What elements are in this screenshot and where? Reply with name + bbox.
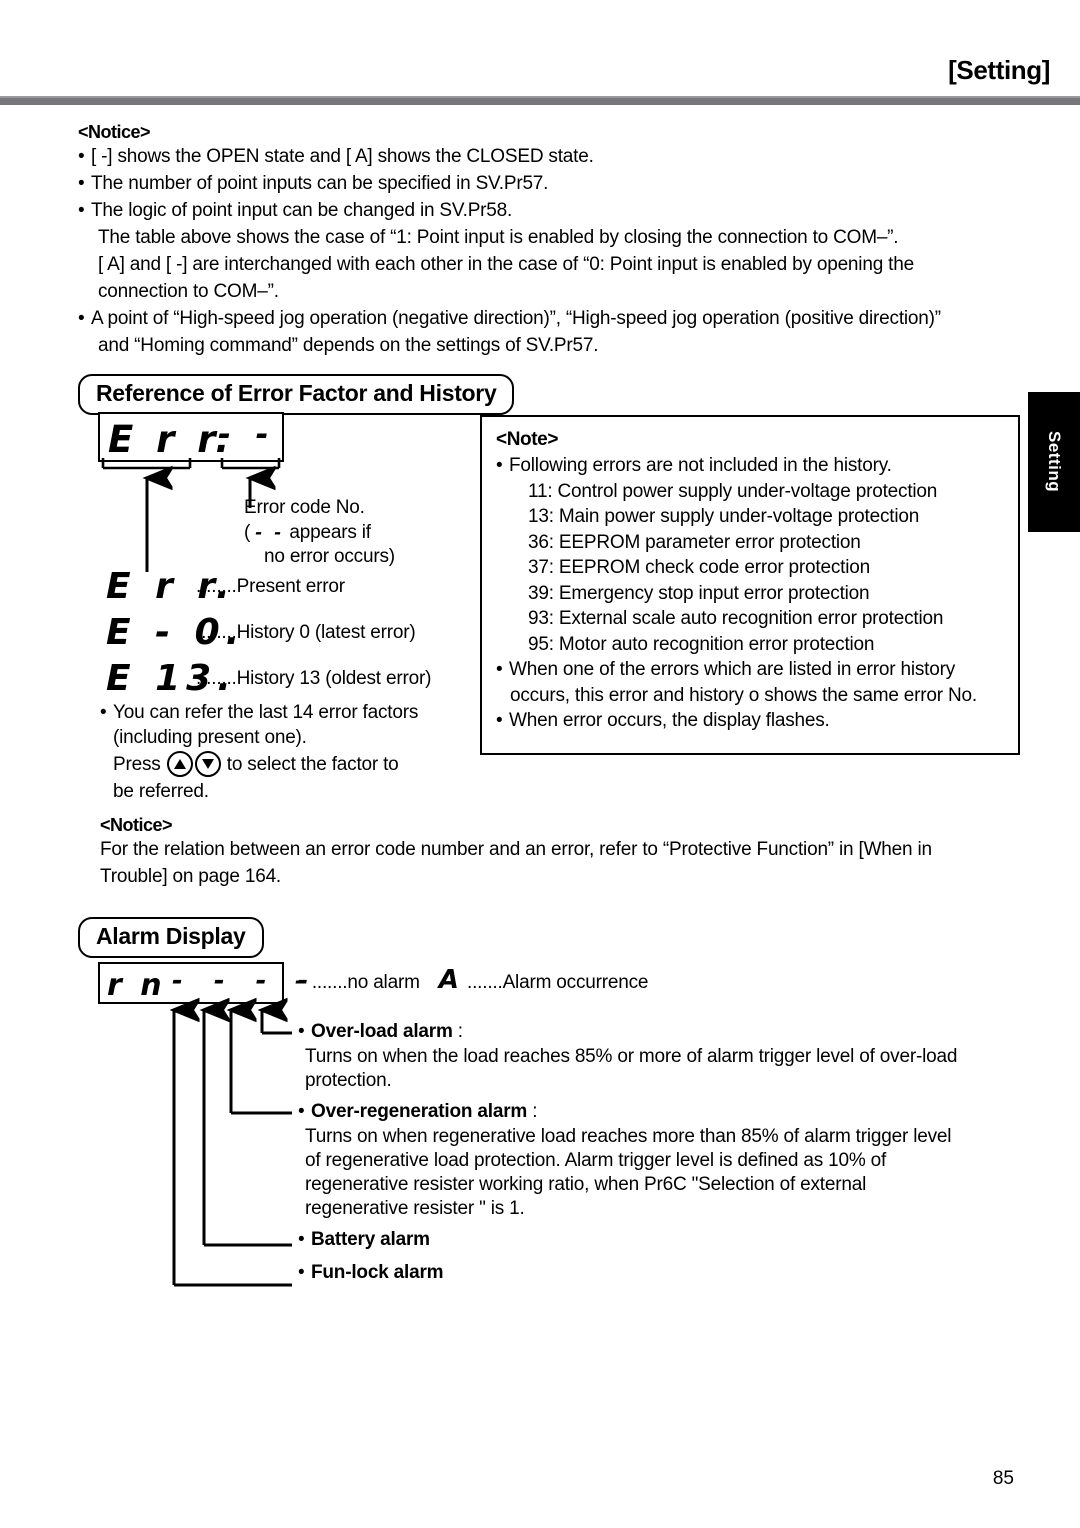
- error-code-callout-line-3: no error occurs): [264, 546, 395, 567]
- notice-bottom-block: <Notice> For the relation between an err…: [100, 815, 1060, 890]
- section-heading-alarm-display: Alarm Display: [78, 917, 264, 958]
- note-box: <Note> • Following errors are not include…: [480, 415, 1020, 755]
- error-display-panel: [98, 412, 284, 462]
- alarm-item-desc-1-line-0: Turns on when regenerative load reaches …: [305, 1126, 952, 1147]
- note-error-code-5: 93: External scale auto recognition erro…: [528, 608, 944, 629]
- error-code-callout-line-2: ( - - appears if: [244, 522, 371, 543]
- notice-top-label: <Notice>: [78, 122, 151, 142]
- alarm-a-glyph: A: [438, 965, 462, 995]
- error-note-line-4: be referred.: [113, 781, 209, 802]
- up-arrow-key-icon[interactable]: [166, 751, 193, 777]
- side-tab-setting: Setting: [1028, 392, 1080, 532]
- alarm-item-title-2: • Battery alarm: [298, 1229, 430, 1250]
- notice-bottom-label: <Notice>: [100, 815, 173, 835]
- alarm-item-desc-0-line-0: Turns on when the load reaches 85% or mo…: [305, 1046, 958, 1067]
- error-note-line-2: (including present one).: [113, 727, 307, 748]
- notice-top-line-5: connection to COM–”.: [98, 281, 279, 302]
- note-error-code-3: 37: EEPROM check code error protection: [528, 557, 870, 578]
- alarm-item-title-1: • Over-regeneration alarm :: [298, 1101, 538, 1122]
- side-tab-label: Setting: [1045, 431, 1064, 493]
- alarm-item-desc-1-line-3: regenerative resister " is 1.: [305, 1198, 525, 1219]
- error-code-callout-line-1: Error code No.: [244, 497, 365, 518]
- notice-bottom-line-2: Trouble] on page 164.: [100, 866, 282, 887]
- error-row-label-history0: ........History 0 (latest error): [196, 622, 416, 643]
- error-row-label-history13: ........History 13 (oldest error): [196, 668, 432, 689]
- notice-top-line-4: [ A] and [ -] are interchanged with each…: [98, 254, 914, 275]
- alarm-legend: - .......no alarm A .......Alarm occurre…: [295, 965, 649, 995]
- note-error-code-0: 11: Control power supply under-voltage p…: [528, 480, 938, 502]
- alarm-display-panel: [98, 962, 284, 1004]
- alarm-item-title-0: • Over-load alarm :: [298, 1021, 463, 1042]
- note-bullet-0-line-1: • When one of the errors which are listed…: [496, 659, 956, 680]
- notice-top-line-2: • The logic of point input can be changed…: [78, 200, 513, 221]
- alarm-item-desc-1-line-2: regenerative resister working ratio, whe…: [305, 1174, 867, 1195]
- section-heading-error-factor: Reference of Error Factor and History: [78, 374, 515, 415]
- note-error-code-2: 36: EEPROM parameter error protection: [528, 531, 861, 553]
- dash-dash-glyph: - -: [255, 523, 285, 543]
- notice-top-line-1: • The number of point inputs can be speci…: [78, 173, 549, 194]
- error-note-line-1: • You can refer the last 14 error factors: [100, 702, 419, 723]
- note-error-code-4: 39: Emergency stop input error protectio…: [528, 582, 870, 604]
- note-bullet-0-line-2: occurs, this error and history o shows t…: [510, 684, 977, 706]
- notice-top-line-3: The table above shows the case of “1: Po…: [98, 227, 899, 248]
- notice-top-block: <Notice> •[ -] shows the OPEN state and …: [78, 122, 1068, 359]
- down-arrow-key-icon[interactable]: [194, 751, 221, 777]
- header-rule: [0, 96, 1080, 105]
- alarm-item-title-3: • Fun-lock alarm: [298, 1262, 444, 1283]
- page-number: 85: [992, 1468, 1014, 1489]
- alarm-item-desc-1-line-1: of regenerative load protection. Alarm t…: [305, 1150, 887, 1171]
- note-error-code-1: 13: Main power supply under-voltage prot…: [528, 506, 920, 527]
- notice-top-line-0: •[ -] shows the OPEN state and [ A] show…: [78, 146, 594, 167]
- error-note-press-line: Press to select the factor to: [113, 751, 399, 777]
- notice-bottom-line-1: For the relation between an error code n…: [100, 839, 932, 860]
- note-box-intro: • Following errors are not included in th…: [496, 455, 892, 476]
- error-row-label-present: ........Present error: [196, 576, 345, 597]
- no-alarm-dash-glyph: -: [295, 969, 307, 993]
- notice-top-line-7: and “Homing command” depends on the sett…: [98, 335, 599, 356]
- notice-top-line-6: • A point of “High-speed jog operation (n…: [78, 308, 941, 329]
- page-header-title: [Setting]: [948, 55, 1050, 85]
- note-error-code-6: 95: Motor auto recognition error protect…: [528, 633, 875, 655]
- alarm-item-desc-0-line-1: protection.: [305, 1070, 392, 1091]
- note-box-heading: <Note>: [496, 429, 559, 450]
- note-bullet-1-line-1: • When error occurs, the display flashes.: [496, 710, 830, 731]
